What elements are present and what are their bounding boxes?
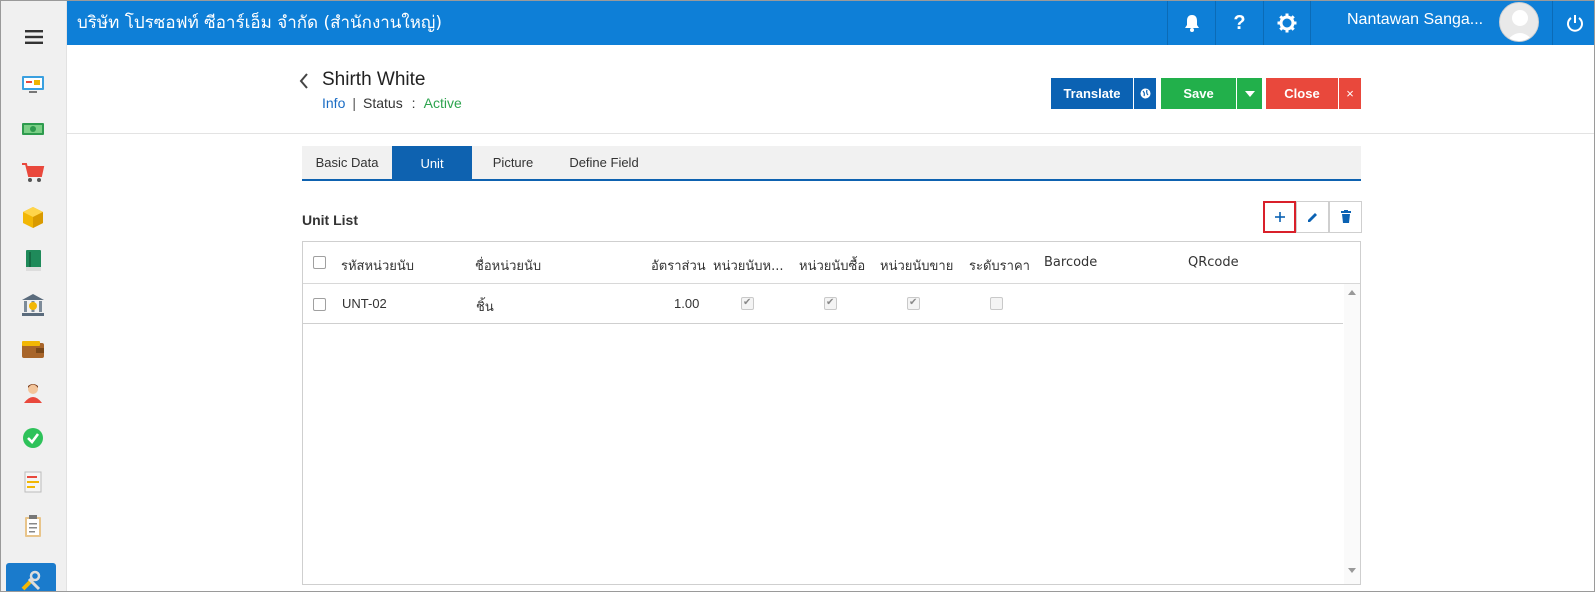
- globe-icon[interactable]: [1134, 78, 1156, 109]
- select-all-checkbox[interactable]: [313, 256, 326, 269]
- clipboard-icon[interactable]: [19, 512, 47, 540]
- save-dropdown-icon[interactable]: [1237, 78, 1262, 109]
- price-level-checkbox: [990, 297, 1003, 310]
- gear-icon[interactable]: [1263, 1, 1311, 45]
- wallet-icon[interactable]: [19, 335, 47, 363]
- unit-list-title: Unit List: [302, 212, 358, 228]
- col-sell-unit[interactable]: หน่วยนับขาย: [880, 255, 953, 276]
- bank-icon[interactable]: [19, 291, 47, 319]
- left-sidebar: [1, 1, 67, 591]
- person-icon[interactable]: [19, 379, 47, 407]
- scroll-up-icon[interactable]: [1348, 290, 1356, 295]
- app-window: บริษัท โปรซอฟท์ ซีอาร์เอ็ม จำกัด (สำนักง…: [0, 0, 1595, 592]
- status-label: Status: [363, 95, 403, 111]
- delete-unit-button[interactable]: [1329, 201, 1362, 233]
- table-row[interactable]: UNT-02 ชิ้น 1.00 ✔ ✔ ✔: [303, 284, 1343, 324]
- cell-unit-code: UNT-02: [342, 296, 387, 311]
- cart-icon[interactable]: [19, 159, 47, 187]
- col-unit-name[interactable]: ชื่อหน่วยนับ: [475, 255, 541, 276]
- power-icon[interactable]: [1552, 1, 1594, 45]
- header-divider: [67, 133, 1594, 134]
- col-unit-code[interactable]: รหัสหน่วยนับ: [341, 255, 414, 276]
- help-icon[interactable]: ?: [1215, 1, 1263, 45]
- status-colon: :: [411, 95, 416, 111]
- tab-basic-data[interactable]: Basic Data: [302, 146, 392, 179]
- money-icon[interactable]: [19, 115, 47, 143]
- save-button[interactable]: Save: [1161, 78, 1236, 109]
- tools-icon[interactable]: [6, 563, 56, 591]
- tab-unit[interactable]: Unit: [392, 146, 472, 181]
- main-unit-checkbox: ✔: [741, 297, 754, 310]
- dashboard-icon[interactable]: [19, 70, 47, 98]
- close-button[interactable]: Close: [1266, 78, 1338, 109]
- close-x-icon[interactable]: ×: [1339, 78, 1361, 109]
- col-main-unit[interactable]: หน่วยนับห...: [713, 255, 783, 276]
- table-header: รหัสหน่วยนับ ชื่อหน่วยนับ อัตราส่วน หน่ว…: [303, 242, 1360, 284]
- tab-picture[interactable]: Picture: [472, 146, 554, 179]
- scroll-down-icon[interactable]: [1348, 568, 1356, 573]
- transfer-icon[interactable]: [19, 468, 47, 496]
- row-checkbox[interactable]: [313, 298, 326, 311]
- avatar[interactable]: [1499, 2, 1539, 42]
- user-name[interactable]: Nantawan Sanga...: [1347, 11, 1483, 29]
- box-icon[interactable]: [19, 203, 47, 231]
- col-buy-unit[interactable]: หน่วยนับซื้อ: [799, 255, 865, 276]
- company-name: บริษัท โปรซอฟท์ ซีอาร์เอ็ม จำกัด (สำนักง…: [77, 13, 443, 33]
- add-unit-button[interactable]: [1263, 201, 1296, 233]
- tab-define-field[interactable]: Define Field: [554, 146, 654, 179]
- menu-toggle-icon[interactable]: [1, 17, 67, 57]
- status-line: Info | Status : Active: [322, 95, 462, 111]
- buy-unit-checkbox: ✔: [824, 297, 837, 310]
- unit-table: รหัสหน่วยนับ ชื่อหน่วยนับ อัตราส่วน หน่ว…: [302, 241, 1361, 585]
- check-icon[interactable]: [19, 424, 47, 452]
- translate-button[interactable]: Translate: [1051, 78, 1133, 109]
- table-scrollbar[interactable]: [1344, 284, 1360, 584]
- col-barcode[interactable]: Barcode: [1044, 255, 1097, 270]
- col-qrcode[interactable]: QRcode: [1188, 255, 1239, 270]
- bell-icon[interactable]: [1167, 1, 1215, 45]
- cell-unit-name: ชิ้น: [476, 300, 494, 315]
- col-ratio[interactable]: อัตราส่วน: [651, 255, 706, 276]
- cell-ratio: 1.00: [674, 296, 700, 311]
- separator: |: [352, 95, 356, 111]
- sell-unit-checkbox: ✔: [907, 297, 920, 310]
- book-icon[interactable]: [19, 247, 47, 275]
- col-price-level[interactable]: ระดับราคา: [969, 255, 1030, 276]
- page-title: Shirth White: [322, 69, 426, 90]
- status-badge: Active: [423, 95, 462, 111]
- back-chevron-icon[interactable]: [297, 72, 311, 90]
- edit-unit-button[interactable]: [1296, 201, 1329, 233]
- tab-bar: Basic Data Unit Picture Define Field: [302, 146, 1361, 181]
- top-bar: บริษัท โปรซอฟท์ ซีอาร์เอ็ม จำกัด (สำนักง…: [67, 1, 1594, 45]
- info-link[interactable]: Info: [322, 95, 345, 111]
